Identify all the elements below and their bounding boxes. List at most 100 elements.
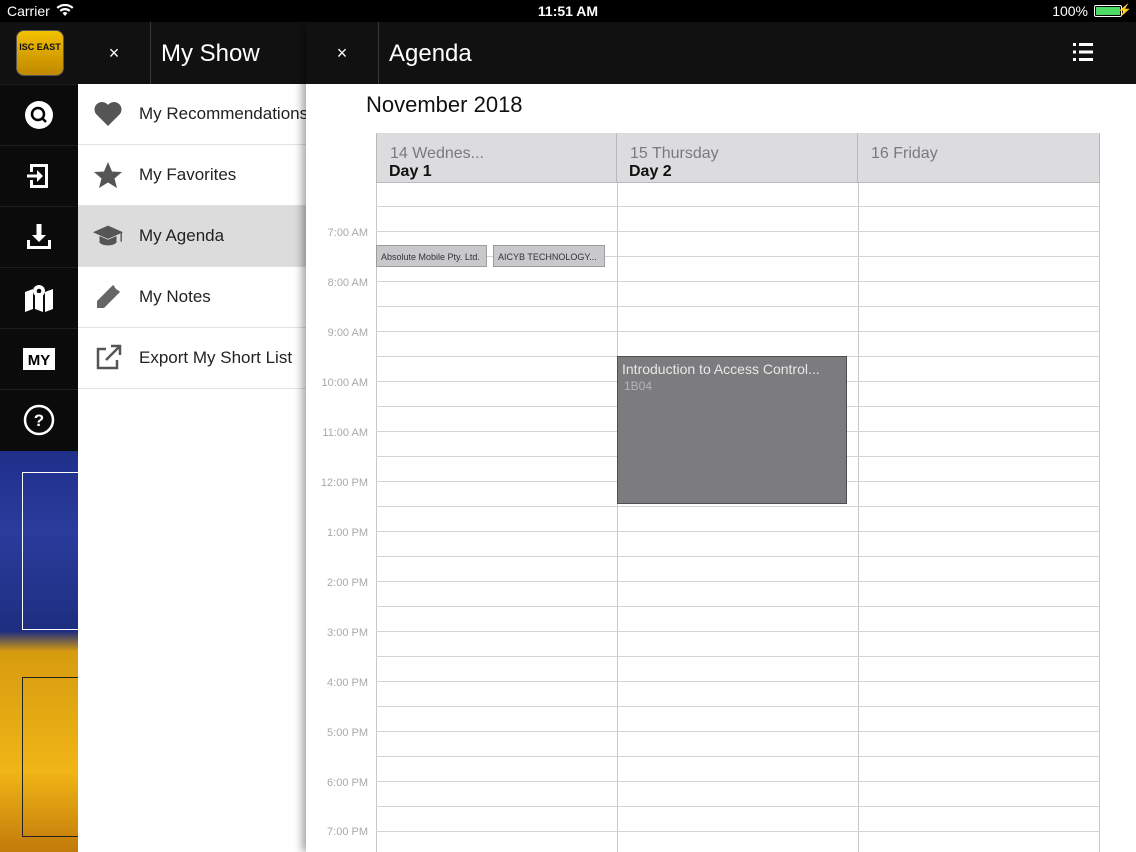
day-name: 14 Wednes... xyxy=(390,145,484,162)
grid-line xyxy=(376,631,1100,632)
agenda-header: × Agenda xyxy=(306,22,1136,84)
time-label: 9:00 AM xyxy=(327,327,368,339)
help-icon-text: ? xyxy=(34,411,44,430)
menu-item-my-recommendations[interactable]: My Recommendations xyxy=(78,84,314,145)
time-label: 8:00 AM xyxy=(327,277,368,289)
day-name: 15 Thursday xyxy=(630,145,719,162)
day-name: 16 Friday xyxy=(871,145,938,162)
graduation-cap-icon xyxy=(92,221,124,251)
column-divider xyxy=(858,183,859,852)
search-icon xyxy=(25,100,53,129)
grid-line xyxy=(376,606,1100,607)
battery-percent: 100% xyxy=(1052,3,1088,19)
grid-line xyxy=(376,781,1100,782)
day-column-header[interactable]: 16 Friday xyxy=(858,133,1100,183)
menu-item-my-agenda[interactable]: My Agenda xyxy=(78,206,314,267)
agenda-event[interactable]: AICYB TECHNOLOGY... xyxy=(493,245,605,267)
background-artwork xyxy=(0,451,82,852)
logo-text: ISC EAST xyxy=(19,42,61,52)
grid-line xyxy=(376,681,1100,682)
logo-cell: ISC EAST xyxy=(0,22,78,84)
charging-icon: ⚡ xyxy=(1117,3,1132,17)
column-divider xyxy=(376,183,377,852)
star-icon xyxy=(92,160,124,190)
day-number: Day 1 xyxy=(389,163,432,180)
export-icon xyxy=(92,343,124,373)
agenda-event-session[interactable]: Introduction to Access Control... 1B04 xyxy=(617,356,847,504)
column-divider xyxy=(1099,183,1100,852)
column-divider xyxy=(617,183,618,852)
rail-help-button[interactable]: ? xyxy=(0,389,78,449)
menu-item-label: My Recommendations xyxy=(139,104,309,123)
status-bar: Carrier 11:51 AM 100% ⚡ xyxy=(0,0,1136,22)
background-frame xyxy=(22,677,82,837)
my-show-title: My Show xyxy=(161,40,260,67)
calendar-grid: 14 Wednes... Day 1 15 Thursday Day 2 16 … xyxy=(376,133,1100,852)
grid-line xyxy=(376,556,1100,557)
my-show-close-button[interactable]: × xyxy=(78,22,150,84)
time-label: 7:00 PM xyxy=(327,826,368,838)
menu-item-label: My Notes xyxy=(139,287,211,306)
header-divider xyxy=(150,22,151,84)
background-frame xyxy=(22,472,82,630)
rail-signin-button[interactable] xyxy=(0,145,78,205)
event-room: 1B04 xyxy=(624,379,653,393)
time-label: 2:00 PM xyxy=(327,577,368,589)
time-label: 1:00 PM xyxy=(327,527,368,539)
time-label: 12:00 PM xyxy=(320,477,368,489)
agenda-title: Agenda xyxy=(389,40,472,67)
agenda-event[interactable]: Absolute Mobile Pty. Ltd. xyxy=(376,245,487,267)
time-label: 4:00 PM xyxy=(327,677,368,689)
my-show-header: × My Show xyxy=(78,22,314,84)
time-label: 11:00 AM xyxy=(322,427,368,439)
day-number: Day 2 xyxy=(629,163,672,180)
menu-item-my-notes[interactable]: My Notes xyxy=(78,267,314,328)
time-label: 6:00 PM xyxy=(327,777,368,789)
help-icon: ? xyxy=(23,404,55,435)
grid-line xyxy=(376,731,1100,732)
map-icon xyxy=(25,284,53,312)
icon-rail: ISC EAST MY ? xyxy=(0,22,82,852)
menu-item-label: Export My Short List xyxy=(139,348,293,367)
grid-line xyxy=(376,331,1100,332)
grid-line xyxy=(376,806,1100,807)
event-title: Introduction to Access Control... xyxy=(622,361,820,377)
agenda-panel: × Agenda November 2018 7:00 AM 8:00 AM 9… xyxy=(306,22,1136,852)
day-column-header[interactable]: 14 Wednes... Day 1 xyxy=(376,133,617,183)
clock: 11:51 AM xyxy=(537,3,599,19)
day-column-header[interactable]: 15 Thursday Day 2 xyxy=(617,133,858,183)
rail-download-button[interactable] xyxy=(0,206,78,266)
grid-line xyxy=(376,531,1100,532)
grid-line xyxy=(376,756,1100,757)
download-icon xyxy=(27,223,51,249)
menu-item-export-short-list[interactable]: Export My Short List xyxy=(78,328,314,389)
grid-line xyxy=(376,281,1100,282)
list-view-icon[interactable] xyxy=(1072,41,1094,63)
header-divider xyxy=(378,22,379,84)
time-label: 7:00 AM xyxy=(327,227,368,239)
grid-line xyxy=(376,206,1100,207)
grid-line xyxy=(376,706,1100,707)
rail-search-button[interactable] xyxy=(0,84,78,144)
grid-line xyxy=(376,231,1100,232)
my-icon-text: MY xyxy=(28,352,51,369)
my-show-panel: × My Show My Recommendations My Favorite… xyxy=(78,22,314,852)
rail-my-button[interactable]: MY xyxy=(0,328,78,388)
isc-east-logo[interactable]: ISC EAST xyxy=(16,30,64,76)
grid-line xyxy=(376,831,1100,832)
pencil-icon xyxy=(92,282,124,312)
menu-item-my-favorites[interactable]: My Favorites xyxy=(78,145,314,206)
rail-map-button[interactable] xyxy=(0,267,78,327)
time-label: 10:00 AM xyxy=(321,377,368,389)
grid-line xyxy=(376,656,1100,657)
menu-item-label: My Favorites xyxy=(139,165,237,184)
menu-item-label: My Agenda xyxy=(139,226,225,245)
month-label: November 2018 xyxy=(366,92,523,117)
time-label: 3:00 PM xyxy=(327,627,368,639)
heart-icon xyxy=(92,99,124,129)
sign-in-icon xyxy=(27,163,48,188)
grid-line xyxy=(376,506,1100,507)
grid-line xyxy=(376,581,1100,582)
grid-line xyxy=(376,306,1100,307)
agenda-close-button[interactable]: × xyxy=(306,22,378,84)
